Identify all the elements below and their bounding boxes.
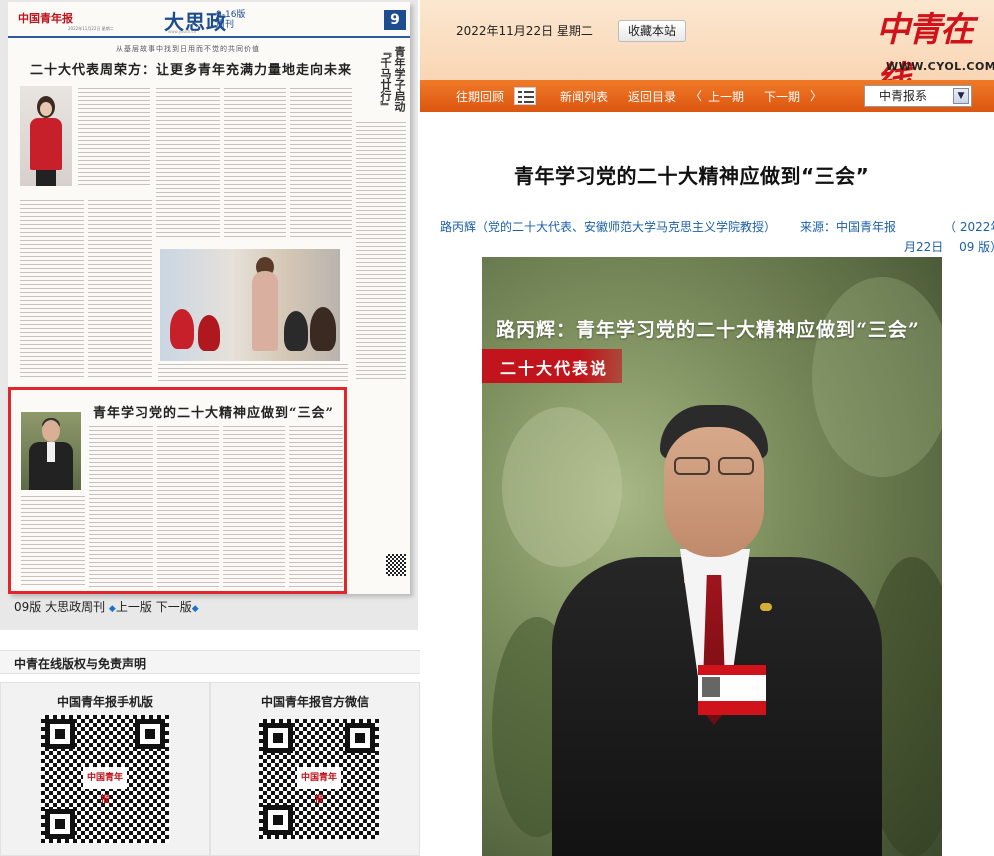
hero-ribbon: 二十大代表说 — [482, 349, 622, 383]
paper-masthead: 中国青年报 2022年11月22日 星期二 大思政 9-16版 周刊 www.yo… — [8, 2, 410, 38]
page-navigation: 09版 大思政周刊 ◆上一版 下一版◆ — [14, 598, 199, 615]
chevron-left-icon: 〈 — [690, 89, 703, 103]
hero-ribbon-label: 二十大代表说 — [500, 359, 609, 378]
hero-title: 路丙辉：青年学习党的二十大精神应做到“三会” — [496, 319, 920, 341]
chevron-down-icon: ▼ — [953, 88, 969, 104]
party-pin-icon — [760, 603, 772, 611]
nav-back-toc[interactable]: 返回目录 — [628, 88, 676, 105]
qr-code-wechat: 中国青年报 — [259, 719, 379, 839]
favorite-button[interactable]: 收藏本站 — [618, 20, 686, 42]
qr-mobile-logo: 中国青年报 — [83, 767, 127, 805]
article-source: 来源：中国青年报 — [800, 220, 897, 234]
nav-past-issues[interactable]: 往期回顾 — [456, 88, 504, 105]
paper-page-number: 9 — [384, 10, 406, 30]
paper-select-dropdown[interactable]: 中青报系 ▼ — [864, 85, 972, 107]
qr-panel-wechat: 中国青年报官方微信 中国青年报 — [210, 682, 420, 856]
paper-kicker: 从基层故事中找到日用而不觉的共同价值 — [116, 45, 260, 53]
epaper-column: 中国青年报 2022年11月22日 星期二 大思政 9-16版 周刊 www.yo… — [0, 0, 430, 856]
paper-headline[interactable]: 二十大代表周荣方：让更多青年充满力量地走向未来 — [30, 59, 352, 78]
paper-date: 2022年11月22日 星期二 — [68, 26, 114, 31]
qr-wechat-logo: 中国青年报 — [297, 767, 341, 805]
qr-mobile-title: 中国青年报手机版 — [56, 695, 153, 709]
paper-text-column — [290, 88, 352, 238]
chevron-right-icon: 〉 — [810, 89, 823, 103]
nav-next-issue[interactable]: 下一期 — [764, 88, 800, 105]
prev-arrow-icon: ◆ — [108, 604, 116, 614]
paper-text-column — [88, 200, 152, 380]
portrait-face — [664, 427, 764, 557]
paper-select-value: 中青报系 — [879, 89, 928, 103]
paper-text-column — [156, 88, 220, 238]
paper-text-column — [224, 88, 286, 238]
paper-frame: 中国青年报 2022年11月22日 星期二 大思政 9-16版 周刊 www.yo… — [0, 0, 418, 630]
next-page-link[interactable]: 下一版 — [156, 600, 192, 614]
article-edition: （ 2022年11 — [944, 220, 994, 234]
highlighted-article-title[interactable]: 青年学习党的二十大精神应做到“三会” — [93, 402, 334, 421]
photo-delegate-woman — [20, 86, 72, 186]
next-arrow-icon: ◆ — [191, 604, 199, 614]
site-header: 2022年11月22日 星期二 收藏本站 中青在线 WWW.CYOL.COM — [420, 0, 994, 99]
paper-text-column — [356, 122, 406, 382]
paper-logo: 中国青年报 — [18, 12, 73, 25]
highlighted-article-area[interactable]: 青年学习党的二十大精神应做到“三会” — [8, 387, 347, 594]
paper-qr-code — [386, 554, 406, 576]
article-author: 路丙辉（党的二十大代表、安徽师范大学马克思主义学院教授） — [440, 220, 777, 234]
paper-text-column — [21, 496, 85, 588]
nav-prev-issue[interactable]: 上一期 — [708, 88, 744, 105]
photo-delegate-man-small — [21, 412, 81, 490]
article-hero-image: 路丙辉：青年学习党的二十大精神应做到“三会” 二十大代表说 — [482, 257, 942, 856]
article-edition-cont: 月22日 09 版） — [904, 240, 994, 254]
qr-panel-mobile: 中国青年报手机版 中国青年报 — [0, 682, 210, 856]
paper-text-column — [89, 426, 153, 588]
nav-news-list[interactable]: 新闻列表 — [560, 88, 608, 105]
paper-text-column — [158, 364, 348, 382]
article-title: 青年学习党的二十大精神应做到“三会” — [514, 164, 870, 188]
nav-bar: 往期回顾 新闻列表 返回目录 〈 上一期 下一期 〉 中青报系 ▼ — [420, 80, 994, 112]
photo-classroom — [160, 249, 340, 361]
delegate-badge — [698, 665, 766, 715]
paper-section-weekly: 9-16版 周刊 — [216, 10, 246, 30]
glasses-icon — [668, 457, 760, 479]
brand-url: WWW.CYOL.COM — [886, 60, 994, 73]
paper-text-column — [20, 200, 84, 380]
current-page-label: 09版 大思政周刊 — [14, 600, 106, 614]
paper-url: www.youth.cn — [168, 29, 197, 34]
disclaimer-bar: 中青在线版权与免责声明 — [0, 650, 430, 674]
paper-text-column — [157, 426, 219, 588]
paper-text-column — [223, 426, 285, 588]
paper-text-column — [78, 88, 150, 188]
article-column: 2022年11月22日 星期二 收藏本站 中青在线 WWW.CYOL.COM 往… — [420, 0, 994, 856]
newspaper-page-image[interactable]: 中国青年报 2022年11月22日 星期二 大思政 9-16版 周刊 www.yo… — [8, 2, 410, 594]
qr-wechat-title: 中国青年报官方微信 — [260, 695, 369, 709]
header-date: 2022年11月22日 星期二 — [456, 24, 593, 38]
paper-vertical-title[interactable]: 青年学子启动『千马廿行』 — [370, 46, 406, 116]
grid-list-icon[interactable] — [514, 87, 536, 105]
prev-page-link[interactable]: 上一版 — [116, 600, 152, 614]
paper-text-column — [289, 426, 343, 588]
disclaimer-link[interactable]: 中青在线版权与免责声明 — [14, 655, 146, 672]
qr-code-mobile: 中国青年报 — [41, 715, 169, 843]
